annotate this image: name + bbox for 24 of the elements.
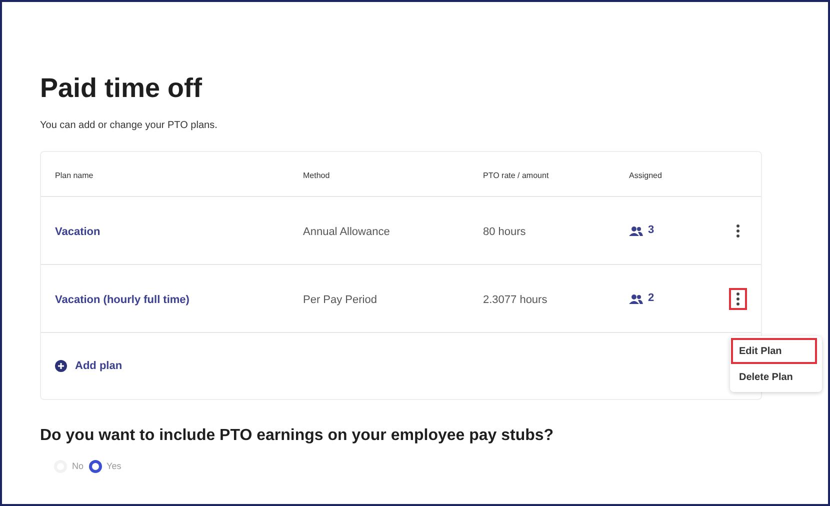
add-plan-button[interactable]: Add plan: [55, 358, 122, 374]
rate-cell: 80 hours: [483, 226, 526, 238]
people-icon: [629, 226, 643, 236]
column-header: Method: [303, 171, 330, 180]
more-options-button[interactable]: [729, 288, 747, 310]
more-vertical-icon: [736, 224, 740, 238]
plus-circle-icon: [55, 360, 67, 372]
column-header: Assigned: [629, 171, 662, 180]
column-header: PTO rate / amount: [483, 171, 549, 180]
page-title: Paid time off: [40, 72, 204, 104]
question-text: Do you want to include PTO earnings on your employee pay stubs?: [40, 426, 555, 446]
method-cell: Annual Allowance: [303, 226, 390, 238]
method-cell: Per Pay Period: [303, 294, 377, 306]
people-icon: [629, 294, 643, 304]
assigned-count: 3: [648, 223, 654, 238]
rate-cell: 2.3077 hours: [483, 294, 548, 306]
plan-name-link[interactable]: Vacation (hourly full time): [55, 294, 190, 306]
menu-item[interactable]: Edit Plan: [731, 338, 817, 364]
column-header: Plan name: [55, 171, 94, 180]
menu-item[interactable]: Delete Plan: [731, 364, 817, 390]
plan-name-link[interactable]: Vacation: [55, 226, 100, 238]
assigned-count: 2: [648, 291, 654, 306]
more-vertical-icon: [736, 292, 740, 306]
subtitle: You can add or change your PTO plans.: [40, 119, 218, 133]
